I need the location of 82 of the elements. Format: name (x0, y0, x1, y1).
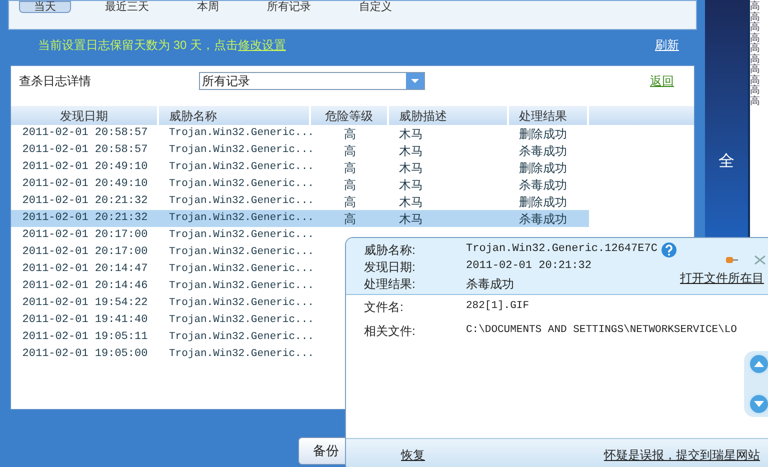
filter-label: 查杀日志详情 (19, 73, 92, 90)
tab[interactable]: 所有记录 (253, 1, 325, 13)
table-cell-text: 高 (343, 126, 357, 142)
table-cell-text: 高 (750, 34, 761, 44)
restore-link[interactable]: 恢复 (401, 446, 425, 464)
table-cell-text: Trojan.Win32.Generic... (168, 142, 311, 158)
scroll-down-icon[interactable] (748, 393, 768, 415)
table-cell-text: 2011-02-01 20:14:46 (21, 279, 149, 294)
tab[interactable]: 最近三天 (91, 1, 163, 13)
report-link[interactable]: 怀疑是误报，提交到瑞星网站 (604, 446, 760, 464)
table-cell-text: Trojan.Win32.Generic... (168, 210, 311, 226)
table-cell-text: 2011-02-01 20:58:57 (21, 126, 149, 142)
table-cell-text: 删除成功 (518, 126, 568, 142)
field-value: 282[1].GIF (466, 299, 530, 314)
table-cell-text: 高 (750, 12, 761, 22)
table-cell-text: Trojan.Win32.Generic... (168, 278, 311, 294)
back-link[interactable]: 返回 (650, 72, 674, 90)
table-cell-text: 木马 (398, 194, 424, 210)
table-cell-text: 2011-02-01 20:17:00 (21, 228, 149, 244)
table-cell-text: 2011-02-01 20:21:32 (21, 211, 149, 226)
scroll-up-icon[interactable] (748, 353, 768, 375)
table-cell-text: 删除成功 (518, 160, 568, 176)
table-cell-text: 木马 (398, 176, 424, 194)
table-cell-text: 杀毒成功 (518, 142, 568, 160)
field-label: 发现日期: (364, 258, 416, 276)
table-cell-text: 杀毒成功 (518, 210, 568, 228)
table-cell-text: 2011-02-01 20:49:10 (21, 160, 149, 176)
field-value: 杀毒成功 (466, 276, 514, 292)
table-cell-text: Trojan.Win32.Generic... (168, 228, 311, 243)
table-cell-text: 高 (750, 86, 761, 96)
table-cell-text: Trojan.Win32.Generic... (168, 194, 311, 209)
table-cell-text: 木马 (398, 142, 424, 160)
table-cell-text: Trojan.Win32.Generic... (168, 330, 311, 345)
table-cell-text: Trojan.Win32.Generic... (168, 262, 311, 277)
tab[interactable]: 本周 (183, 1, 233, 13)
table-cell-text: 2011-02-01 19:05:00 (21, 347, 149, 362)
table-cell-text: 2011-02-01 20:49:10 (21, 177, 149, 192)
table-cell-text: Trojan.Win32.Generic... (168, 126, 311, 141)
table-cell-text: Trojan.Win32.Generic... (168, 346, 311, 362)
refresh-link[interactable]: 刷新 (655, 36, 679, 54)
table-cell-text: 删除成功 (518, 194, 568, 210)
table-cell-text: 高 (343, 160, 357, 176)
table-cell-text: 高 (750, 96, 761, 107)
tab[interactable]: 当天 (19, 1, 71, 13)
table-cell-text: 杀毒成功 (518, 176, 568, 194)
table-cell-text: Trojan.Win32.Generic... (168, 244, 311, 260)
record-dropdown[interactable]: 所有记录 (199, 72, 425, 90)
table-cell-text: 木马 (398, 126, 424, 142)
field-label: 威胁名称: (364, 242, 416, 258)
table-cell-text: 2011-02-01 20:17:00 (21, 245, 149, 260)
notice-text: 当前设置日志保留天数为 30 天，点击修改设置 (38, 37, 286, 54)
desktop-text: 全 (718, 152, 734, 172)
table-cell-text: 2011-02-01 19:41:40 (21, 313, 149, 328)
table-cell-text: 木马 (398, 210, 424, 228)
table-cell-text: 高 (343, 142, 357, 160)
table-cell-text: 高 (750, 44, 761, 54)
table-cell-text: Trojan.Win32.Generic... (168, 312, 311, 328)
open-folder-link[interactable]: 打开文件所在目 (680, 269, 764, 287)
table-cell-text: Trojan.Win32.Generic... (168, 296, 311, 311)
field-label: 处理结果: (364, 276, 416, 292)
table-cell-text: 高 (343, 210, 357, 228)
table-row[interactable]: 2011-02-01 20:21:32 Trojan.Win32.Generic... 高 木马 杀毒成功 (11, 210, 589, 227)
table-cell-text: 高 (750, 54, 761, 64)
table-cell-text: 高 (750, 23, 761, 33)
table-cell-text: 2011-02-01 20:58:57 (21, 143, 149, 158)
table-cell-text: 高 (343, 194, 357, 210)
table-cell-text: 高 (750, 65, 761, 75)
tab[interactable]: 自定义 (345, 1, 406, 13)
table-cell-text: 2011-02-01 19:05:11 (21, 330, 149, 346)
pin-icon[interactable] (724, 256, 738, 264)
table-cell-text: 高 (750, 2, 761, 12)
table-cell-text: 2011-02-01 19:54:22 (21, 296, 149, 312)
table-cell-text: 木马 (398, 160, 424, 176)
table-cell-text: Trojan.Win32.Generic... (168, 160, 311, 175)
table-cell-text: 高 (750, 76, 761, 86)
help-icon[interactable] (661, 242, 678, 258)
close-icon[interactable] (754, 255, 766, 265)
table-cell-text: 2011-02-01 20:14:47 (21, 262, 149, 278)
table-cell-text: 高 (343, 176, 357, 194)
table-cell-text: 2011-02-01 20:21:32 (21, 194, 149, 210)
table-cell-text: Trojan.Win32.Generic... (168, 176, 311, 192)
field-value: 2011-02-01 20:21:32 (466, 259, 592, 274)
